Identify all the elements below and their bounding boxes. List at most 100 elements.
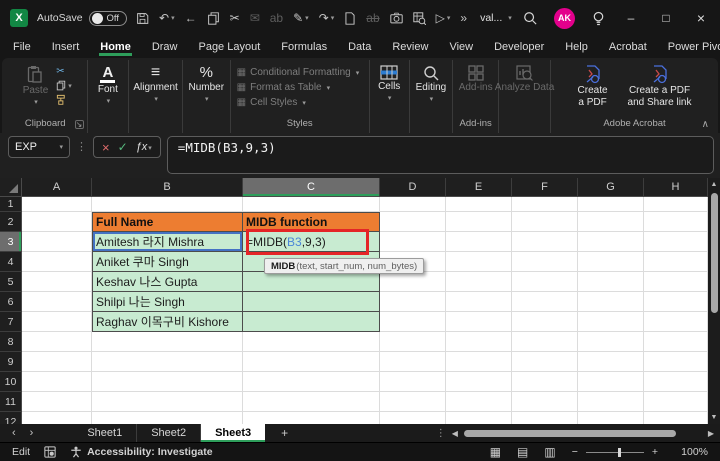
close-button[interactable]: × xyxy=(692,10,710,26)
add-sheet-button[interactable]: + xyxy=(265,424,304,442)
cell[interactable] xyxy=(512,412,578,424)
column-header[interactable]: F xyxy=(512,178,578,197)
cell-b6[interactable]: Shilpi 나는 Singh xyxy=(92,292,243,312)
zoom-slider-knob[interactable] xyxy=(617,447,621,457)
cell[interactable] xyxy=(92,372,243,392)
cell[interactable] xyxy=(22,292,92,312)
cell[interactable] xyxy=(243,412,380,424)
cell[interactable] xyxy=(380,232,446,252)
row-header[interactable]: 9 xyxy=(0,352,22,372)
cell[interactable] xyxy=(512,232,578,252)
cell[interactable] xyxy=(22,352,92,372)
tab-insert[interactable]: Insert xyxy=(51,38,81,56)
cell[interactable] xyxy=(22,372,92,392)
cell[interactable] xyxy=(578,372,644,392)
cell[interactable] xyxy=(446,392,512,412)
cell[interactable] xyxy=(578,272,644,292)
cancel-formula-icon[interactable]: × xyxy=(102,140,110,155)
run-macro-icon[interactable]: ▷ ▾ xyxy=(436,11,451,25)
cell-b5[interactable]: Keshav 나스 Gupta xyxy=(92,272,243,292)
cell[interactable] xyxy=(512,372,578,392)
column-header-selected[interactable]: C xyxy=(243,178,380,197)
cell[interactable] xyxy=(578,312,644,332)
cell[interactable] xyxy=(22,272,92,292)
name-box[interactable]: EXP ▾ xyxy=(8,136,70,158)
cell[interactable] xyxy=(578,332,644,352)
cell[interactable] xyxy=(578,352,644,372)
toolbar-overflow-icon[interactable]: » xyxy=(460,11,467,25)
name-box-resizer[interactable]: ⋮ xyxy=(76,136,87,158)
cell[interactable] xyxy=(22,232,92,252)
sheet-tab-sheet2[interactable]: Sheet2 xyxy=(137,424,202,442)
scroll-down-icon[interactable]: ▼ xyxy=(711,411,718,424)
collapse-ribbon-icon[interactable]: ∧ xyxy=(702,119,709,130)
tab-file[interactable]: File xyxy=(12,38,32,56)
macro-record-icon[interactable] xyxy=(44,446,56,458)
analyze-data-button[interactable]: Analyze Data xyxy=(491,64,558,95)
back-icon[interactable]: ← xyxy=(185,11,197,25)
font-button[interactable]: A Font ▾ xyxy=(94,64,122,106)
avatar[interactable]: AK xyxy=(554,7,575,29)
page-break-view-icon[interactable]: ▥ xyxy=(544,445,555,459)
cell[interactable] xyxy=(22,412,92,424)
cell[interactable] xyxy=(446,352,512,372)
cell[interactable] xyxy=(446,252,512,272)
format-painter-icon[interactable] xyxy=(56,94,72,105)
cell[interactable] xyxy=(92,392,243,412)
cell[interactable] xyxy=(22,392,92,412)
cut-icon[interactable]: ✂ xyxy=(56,66,72,77)
zoom-out-icon[interactable]: − xyxy=(572,446,578,458)
cells-button[interactable]: Cells ▾ xyxy=(374,64,404,103)
cell[interactable] xyxy=(446,332,512,352)
cell-b4[interactable]: Aniket 쿠마 Singh xyxy=(92,252,243,272)
row-header[interactable]: 2 xyxy=(0,212,22,232)
tab-review[interactable]: Review xyxy=(391,38,429,56)
cell[interactable] xyxy=(243,352,380,372)
cell[interactable] xyxy=(644,272,708,292)
excel-logo-icon[interactable]: X xyxy=(10,9,28,27)
cell[interactable] xyxy=(644,232,708,252)
column-header[interactable]: A xyxy=(22,178,92,197)
cell[interactable] xyxy=(644,197,708,212)
cell[interactable] xyxy=(380,412,446,424)
insert-function-icon[interactable]: ƒx▾ xyxy=(136,141,152,153)
cell[interactable] xyxy=(22,212,92,232)
tab-formulas[interactable]: Formulas xyxy=(280,38,328,56)
cell[interactable] xyxy=(380,272,446,292)
cell[interactable] xyxy=(380,332,446,352)
cell[interactable] xyxy=(644,392,708,412)
cell[interactable] xyxy=(380,292,446,312)
tab-page-layout[interactable]: Page Layout xyxy=(197,38,261,56)
zoom-slider[interactable] xyxy=(585,447,644,457)
document-title[interactable]: val... ▾ xyxy=(480,12,512,24)
page-layout-view-icon[interactable]: ▤ xyxy=(517,445,528,459)
tab-splitter-icon[interactable]: ⋮ xyxy=(436,428,446,439)
cell[interactable] xyxy=(446,232,512,252)
cell[interactable] xyxy=(512,332,578,352)
sheet-tab-sheet1[interactable]: Sheet1 xyxy=(73,424,138,442)
cell[interactable] xyxy=(578,197,644,212)
enter-formula-icon[interactable]: ✓ xyxy=(118,140,128,154)
cell[interactable] xyxy=(446,272,512,292)
tab-help[interactable]: Help xyxy=(564,38,589,56)
tab-home[interactable]: Home xyxy=(99,38,132,56)
paste-button[interactable]: Paste ▾ xyxy=(19,64,53,107)
tab-acrobat[interactable]: Acrobat xyxy=(608,38,648,56)
cell[interactable] xyxy=(644,412,708,424)
cell[interactable] xyxy=(446,197,512,212)
column-header[interactable]: B xyxy=(92,178,243,197)
cell[interactable] xyxy=(380,197,446,212)
cell[interactable] xyxy=(578,292,644,312)
cell[interactable] xyxy=(92,412,243,424)
row-header[interactable]: 8 xyxy=(0,332,22,352)
column-header[interactable]: E xyxy=(446,178,512,197)
autosave-toggle[interactable]: Off xyxy=(88,10,128,26)
tab-view[interactable]: View xyxy=(448,38,474,56)
cell[interactable] xyxy=(446,292,512,312)
copy-icon[interactable] xyxy=(207,11,220,25)
ink-icon[interactable]: ✎ ▾ xyxy=(293,11,309,25)
cell[interactable] xyxy=(644,292,708,312)
cell[interactable] xyxy=(243,372,380,392)
cell-c5[interactable] xyxy=(243,272,380,292)
cell[interactable] xyxy=(512,312,578,332)
